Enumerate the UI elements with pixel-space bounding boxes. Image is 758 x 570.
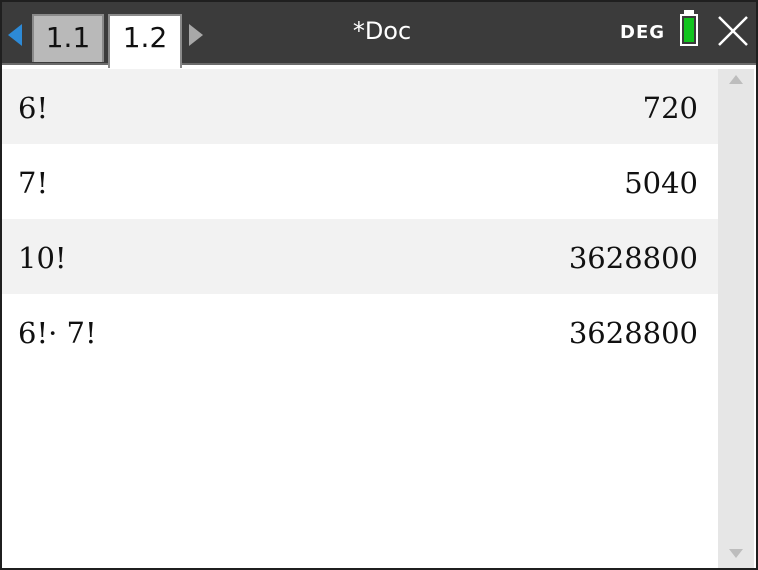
history-row[interactable]: 10! 3628800 bbox=[2, 219, 718, 294]
calculator-screen: 1.1 1.2 *Doc DEG 6! 720 7! 5040 10! 3628… bbox=[0, 0, 758, 570]
history-row[interactable]: 6! 720 bbox=[2, 69, 718, 144]
tab-1-2[interactable]: 1.2 bbox=[108, 14, 182, 68]
history-result: 720 bbox=[642, 91, 698, 125]
scroll-up-arrow-icon[interactable] bbox=[729, 75, 743, 84]
scrollbar[interactable] bbox=[718, 69, 754, 568]
tab-1-1[interactable]: 1.1 bbox=[32, 14, 104, 62]
right-arrow-icon[interactable] bbox=[189, 24, 203, 46]
history-result: 3628800 bbox=[568, 241, 698, 275]
document-title: *Doc bbox=[352, 17, 412, 45]
history-result: 3628800 bbox=[568, 316, 698, 350]
title-bar: 1.1 1.2 *Doc DEG bbox=[2, 2, 756, 68]
history-result: 5040 bbox=[624, 166, 698, 200]
close-icon[interactable] bbox=[716, 14, 750, 48]
history-expression: 7! bbox=[18, 166, 49, 200]
left-arrow-icon[interactable] bbox=[8, 24, 22, 46]
scroll-down-arrow-icon[interactable] bbox=[729, 549, 743, 558]
history-row[interactable]: 7! 5040 bbox=[2, 144, 718, 219]
battery-level bbox=[684, 18, 694, 42]
history-row[interactable]: 6!· 7! 3628800 bbox=[2, 294, 718, 369]
angle-mode-indicator: DEG bbox=[620, 22, 666, 43]
battery-icon bbox=[680, 14, 698, 46]
history-expression: 10! bbox=[18, 241, 67, 275]
history-expression: 6! bbox=[18, 91, 49, 125]
history-expression: 6!· 7! bbox=[18, 316, 97, 350]
calculator-history[interactable]: 6! 720 7! 5040 10! 3628800 6!· 7! 362880… bbox=[2, 69, 718, 568]
